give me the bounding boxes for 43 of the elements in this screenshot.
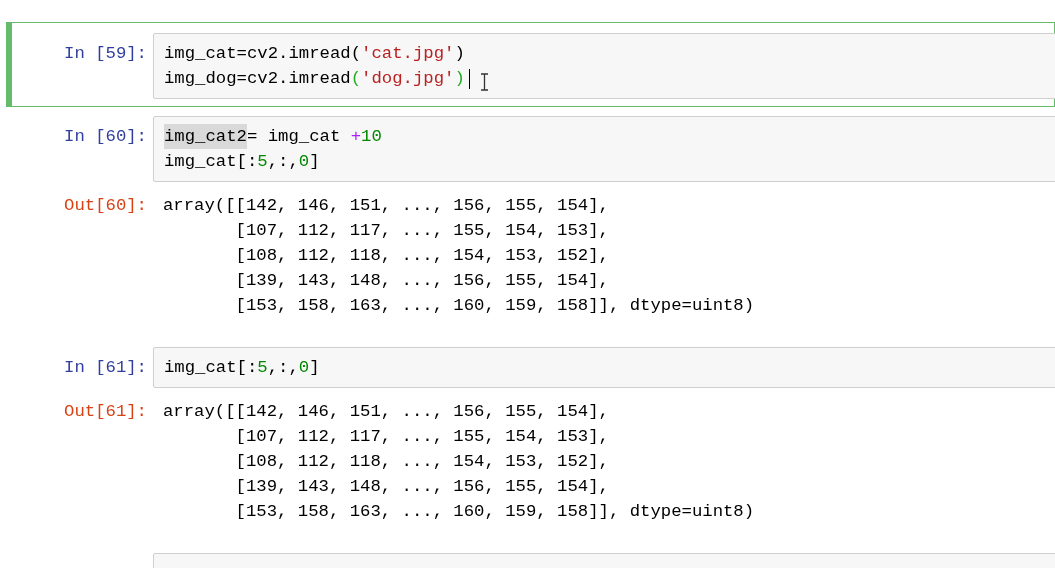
code-token: img_dog=cv2.imread (164, 68, 351, 90)
output-line: array([[142, 146, 151, ..., 156, 155, 154], (162, 195, 610, 217)
code-token: ( (350, 68, 362, 90)
output-prompt: Out[61]: (64, 402, 147, 421)
code-token: ,:, (267, 357, 299, 379)
input-prompt: In [61]: (64, 358, 147, 377)
code-token: + (350, 126, 362, 148)
output-line: [107, 112, 117, ..., 155, 154, 153], (234, 426, 610, 448)
highlighted-code: img_cat2 (164, 124, 247, 149)
output-line: array([[142, 146, 151, ..., 156, 155, 154], (162, 401, 610, 423)
code-token: ) (454, 68, 465, 90)
code-token: ,:, (267, 151, 299, 173)
code-input[interactable]: img_cat=cv2.imread('cat.jpg') img_dog=cv2.imread('dog.jpg') (153, 33, 1055, 99)
output-line: [153, 158, 163, ..., 160, 159, 158]], dtype=uint8) (234, 295, 755, 317)
code-token: ) (454, 43, 465, 65)
code-token: 10 (361, 126, 382, 148)
code-input[interactable]: img_cat2= img_cat +10 img_cat[:5,:,0] (153, 116, 1055, 182)
code-token: = img_cat (246, 126, 342, 148)
code-token: 0 (298, 151, 310, 173)
input-prompt: In [60]: (64, 127, 147, 146)
output-line: [139, 143, 148, ..., 156, 155, 154], (234, 270, 610, 292)
code-token: ] (309, 357, 320, 379)
code-token: 'dog.jpg' (361, 68, 455, 90)
code-token: ( (350, 43, 362, 65)
code-token: img_cat=cv2.imread (164, 43, 351, 65)
code-token: img_cat[: (164, 357, 258, 379)
i-beam-cursor-icon (479, 72, 489, 91)
code-token: 0 (298, 357, 310, 379)
output-line: [107, 112, 117, ..., 155, 154, 153], (234, 220, 610, 242)
code-input[interactable]: img_cat[:5,:,0] (153, 347, 1055, 388)
output-prompt: Out[60]: (64, 196, 147, 215)
notebook-cell[interactable]: In [59]: img_cat=cv2.imread('cat.jpg') img_dog=cv2.imread('dog.jpg') (6, 22, 1055, 107)
output-line: [108, 112, 118, ..., 154, 153, 152], (234, 245, 610, 267)
output-line: [108, 112, 118, ..., 154, 153, 152], (234, 451, 610, 473)
output-line: [153, 158, 163, ..., 160, 159, 158]], dtype=uint8) (234, 501, 755, 523)
code-token: ] (309, 151, 320, 173)
code-token: img_cat[: (164, 151, 258, 173)
text-cursor (468, 68, 470, 89)
input-prompt: In [59]: (64, 44, 147, 63)
code-token: 'cat.jpg' (361, 43, 455, 65)
code-token: 5 (257, 357, 268, 379)
code-token: 5 (257, 151, 268, 173)
output-line: [139, 143, 148, ..., 156, 155, 154], (234, 476, 610, 498)
